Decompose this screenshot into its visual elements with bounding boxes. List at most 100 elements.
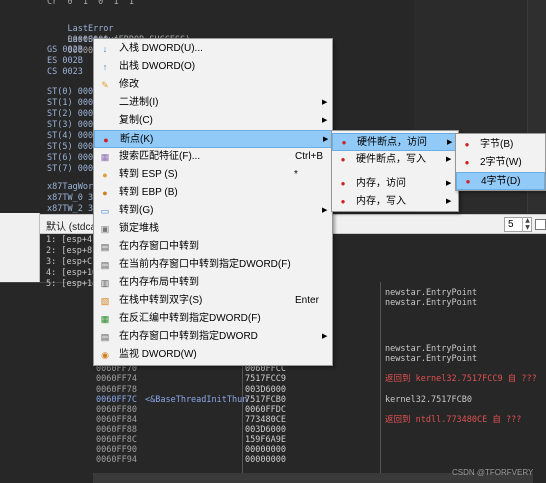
stack-row[interactable]: 0060FF78 003D6000 <box>93 385 546 395</box>
fpu-st1[interactable]: ST(1) 000 <box>47 98 93 109</box>
fpu-st3[interactable]: ST(3) 000 <box>47 120 93 131</box>
menu-item[interactable]: ▤ 在当前内存窗口中转到指定DWORD(F) <box>94 256 332 274</box>
search-pattern-icon: ▦ <box>100 152 110 162</box>
stack-address: 0060FF74 <box>96 374 137 384</box>
menu-item[interactable]: ✎ 修改 <box>94 76 332 94</box>
calling-convention-select[interactable]: 默认 (stdca <box>46 218 96 233</box>
menu-item[interactable]: ↑ 出栈 DWORD(O) <box>94 58 332 76</box>
stack-row[interactable]: 0060FF74 7517FCC9 返回到 kernel32.7517FCC9 自 … <box>93 374 546 384</box>
stack-value: 003D6000 <box>245 385 286 395</box>
menu-item[interactable]: 复制(C) ▶ <box>94 112 332 130</box>
breakpoint-menu-item[interactable]: ● 内存，写入 ▶ <box>332 193 458 211</box>
menu-item[interactable]: ● 转到 ESP (S) * <box>94 166 332 184</box>
breakpoint-dot-icon: ● <box>103 135 109 145</box>
breakpoint-menu-item[interactable]: ● 硬件断点，写入 ▶ <box>332 151 458 169</box>
unlock-checkbox[interactable] <box>535 219 546 230</box>
stack-context-menu: ↓ 入栈 DWORD(U)... ↑ 出栈 DWORD(O) ✎ 修改 二进制(I) ▶ 复制(… <box>93 38 333 366</box>
menu-item-label: 修改 <box>119 79 139 90</box>
breakpoint-menu-label: 硬件断点，写入 <box>356 154 426 165</box>
breakpoint-icon: ● <box>341 138 347 147</box>
fpu-st6[interactable]: ST(6) 000 <box>47 153 93 164</box>
stack-row[interactable]: 0060FF80 0060FFDC <box>93 405 546 415</box>
access-size-label: 4字节(D) <box>481 176 521 187</box>
menu-item-label: 锁定堆栈 <box>119 223 159 234</box>
breakpoint-icon: ● <box>464 158 470 167</box>
fpu-st5[interactable]: ST(5) 000 <box>47 142 93 153</box>
left-dump-pane <box>0 282 93 483</box>
stack-comment: 返回到 kernel32.7517FCC9 自 ??? <box>385 374 537 384</box>
menu-item[interactable]: ▣ 锁定堆栈 <box>94 220 332 238</box>
fpu-st0[interactable]: ST(0) 000 <box>47 87 93 98</box>
menu-item[interactable]: ● 转到 EBP (B) <box>94 184 332 202</box>
arg-line[interactable]: 1: [esp+4 <box>46 235 92 246</box>
menu-item[interactable]: ◉ 监视 DWORD(W) <box>94 346 332 364</box>
memory-layout-icon: ▥ <box>100 278 110 288</box>
stack-value: 159F6A9E <box>245 435 286 445</box>
arg-line[interactable]: 4: [esp+10 <box>46 268 97 279</box>
stack-row[interactable]: 0060FF8C 159F6A9E <box>93 435 546 445</box>
stack-value: 00000000 <box>245 445 286 455</box>
arg-line[interactable]: 5: [esp+14 <box>46 279 97 290</box>
hw-access-size-submenu: ● 字节(B) ● 2字节(W) ● 4字节(D) <box>455 133 546 191</box>
push-down-icon: ↓ <box>102 44 108 54</box>
menu-item-label: 在反汇编中转到指定DWORD(F) <box>119 313 261 324</box>
fpu-st4[interactable]: ST(4) 000 <box>47 131 93 142</box>
menu-item[interactable]: ▦ 在反汇编中转到指定DWORD(F) <box>94 310 332 328</box>
menu-item[interactable]: ▥ 在内存布局中转到 <box>94 274 332 292</box>
stack-address: 0060FF80 <box>96 405 137 415</box>
menu-item-shortcut: Enter <box>295 295 319 306</box>
stack-row[interactable]: 0060FF84 773480CE 返回到 ntdll.773480CE 自 ??? <box>93 415 546 425</box>
register-partial-line: Cr 0 1 0 1 1 <box>47 0 134 7</box>
menu-item[interactable]: ▦ 搜索匹配特征(F)... Ctrl+B <box>94 148 332 166</box>
fpu-st2[interactable]: ST(2) 000 <box>47 109 93 120</box>
submenu-arrow-icon: ▶ <box>447 139 453 146</box>
arg-line[interactable]: 3: [esp+C <box>46 257 92 268</box>
submenu-arrow-icon: ▶ <box>446 198 452 205</box>
x87-tw0[interactable]: x87TW_0 3 <box>47 193 93 204</box>
arg-line[interactable]: 2: [esp+8 <box>46 246 92 257</box>
menu-item[interactable]: ▤ 在内存窗口中转到指定DWORD ▶ <box>94 328 332 346</box>
stack-row[interactable]: 0060FF88 003D6000 <box>93 425 546 435</box>
stack-address: 0060FF7C <box>96 395 137 405</box>
goto-ebp-icon: ● <box>102 188 108 198</box>
breakpoint-menu-label: 硬件断点，访问 <box>357 137 427 148</box>
breakpoint-menu-item[interactable]: ● 硬件断点，访问 ▶ <box>332 133 458 151</box>
fpu-st7[interactable]: ST(7) 000 <box>47 164 93 175</box>
menu-item-label: 转到(G) <box>119 205 154 216</box>
breakpoint-icon: ● <box>340 155 346 164</box>
stack-row[interactable]: 0060FF94 00000000 <box>93 455 546 465</box>
stack-address: 0060FF78 <box>96 385 137 395</box>
access-size-item[interactable]: ● 2字节(W) <box>456 154 545 172</box>
menu-item[interactable]: ▭ 转到(G) ▶ <box>94 202 332 220</box>
pop-up-icon: ↑ <box>102 62 108 72</box>
menu-item-label: 转到 ESP (S) <box>119 169 178 180</box>
stack-comment: newstar.EntryPoint <box>385 288 478 298</box>
submenu-arrow-icon: ▶ <box>446 156 452 163</box>
x87-tagword[interactable]: x87TagWor <box>47 182 93 193</box>
stack-address: 0060FF94 <box>96 455 137 465</box>
menu-item-label: 出栈 DWORD(O) <box>119 61 196 72</box>
menu-item[interactable]: ↓ 入栈 DWORD(U)... <box>94 40 332 58</box>
access-size-item[interactable]: ● 字节(B) <box>456 136 545 154</box>
menu-item[interactable]: ▤ 在内存窗口中转到 <box>94 238 332 256</box>
segment-gs[interactable]: GS 002B <box>47 45 83 56</box>
watermark: CSDN @TFORFVERY <box>452 468 534 477</box>
menu-item-label: 断点(K) <box>120 134 154 145</box>
menu-item[interactable]: ▧ 在栈中转到双字(S) Enter <box>94 292 332 310</box>
segment-es[interactable]: ES 002B <box>47 56 83 67</box>
stack-comment: 返回到 ntdll.773480CE 自 ??? <box>385 415 522 425</box>
breakpoint-icon: ● <box>464 140 470 149</box>
menu-item[interactable]: 二进制(I) ▶ <box>94 94 332 112</box>
arg-count-spinner[interactable]: ▲ ▼ <box>522 217 532 232</box>
access-size-item[interactable]: ● 4字节(D) <box>456 172 545 190</box>
stack-row[interactable]: 0060FF7C <&BaseThreadInitThun 7517FCB0 kern… <box>93 395 546 405</box>
menu-item-label: 搜索匹配特征(F)... <box>119 151 201 162</box>
segment-cs[interactable]: CS 0023 <box>47 67 83 78</box>
stack-comment: kernel32.7517FCB0 <box>385 395 472 405</box>
breakpoint-submenu: ● 硬件断点，访问 ▶ ● 硬件断点，写入 ▶ ● 内存，访问 ▶ ● 内存，写入 ▶ <box>331 130 459 212</box>
breakpoint-menu-item[interactable]: ● 内存，访问 ▶ <box>332 175 458 193</box>
stack-comment: newstar.EntryPoint <box>385 298 478 308</box>
stack-row[interactable]: 0060FF90 00000000 <box>93 445 546 455</box>
menu-item[interactable]: ● 断点(K) ▶ <box>94 130 332 148</box>
submenu-arrow-icon: ▶ <box>322 117 328 124</box>
